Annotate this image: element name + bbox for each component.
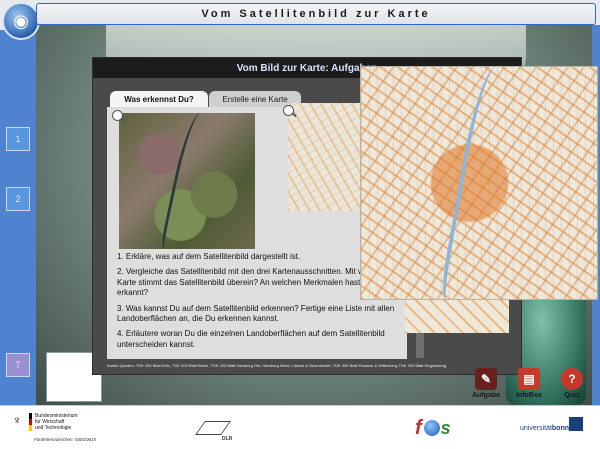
fis-logo: f s (415, 415, 467, 441)
bonn-suffix: bonn (551, 425, 570, 432)
sidebar-button-2[interactable]: 2 (6, 187, 30, 211)
book-icon: ▤ (518, 368, 540, 390)
dlr-label: DLR (222, 436, 233, 442)
panel-title: Vom Bild zur Karte: Aufgaben (236, 62, 378, 74)
app-logo[interactable]: ◉ (2, 2, 40, 40)
map-excerpt-strip[interactable] (405, 300, 509, 333)
app-title: Vom Satellitenbild zur Karte (201, 8, 431, 20)
map-source-text: Karten Quellen: TÜK 200 Blatt Köln, TÜK … (107, 363, 447, 368)
aufgabe-button[interactable]: ✎ Aufgabe (470, 368, 502, 404)
sidebar-button-1[interactable]: 1 (6, 127, 30, 151)
map-river (438, 67, 520, 301)
dlr-logo-icon (195, 421, 231, 435)
funding-code: Förderkennzeichen: 50EE0615 (34, 437, 97, 442)
left-sidebar: 1 2 T (0, 30, 36, 405)
uni-bonn-logo: universitätbonn (520, 425, 569, 432)
german-flag-icon (29, 413, 32, 431)
title-bar: Vom Satellitenbild zur Karte (36, 3, 596, 25)
bmwi-text: Bundesministerium für Wirtschaft und Tec… (35, 413, 105, 431)
zoom-satellite-icon[interactable] (112, 110, 123, 121)
app-frame: 1 2 T ◉ Vom Satellitenbild zur Karte Vom… (0, 0, 600, 449)
tab-was-erkennst-du[interactable]: Was erkennst Du? (110, 91, 208, 107)
satellite-image[interactable] (119, 113, 255, 249)
eagle-icon: ♆ (12, 413, 22, 427)
quiz-label: Quiz (564, 392, 580, 399)
footer: ♆ Bundesministerium für Wirtschaft und T… (0, 405, 600, 449)
zoom-map-icon[interactable] (283, 105, 294, 116)
aufgabe-label: Aufgabe (472, 392, 500, 399)
satellite-river (159, 113, 213, 249)
fis-letter-s: s (440, 417, 451, 438)
bmwi-line-3: und Technologie (35, 425, 72, 431)
globe-icon (423, 420, 440, 436)
task-icon: ✎ (475, 368, 497, 390)
question-icon: ? (561, 368, 583, 390)
bonn-emblem-icon (569, 417, 583, 431)
infobox-button[interactable]: ▤ InfoBox (514, 368, 544, 404)
quiz-button[interactable]: ? Quiz (558, 368, 586, 404)
globe-icon: ◉ (13, 10, 29, 31)
bonn-prefix: universität (520, 425, 552, 432)
infobox-label: InfoBox (515, 392, 543, 399)
map-excerpt-small[interactable] (288, 103, 364, 211)
task-item-4: 4. Erläutere woran Du die einzelnen Land… (117, 329, 385, 349)
map-excerpt-large[interactable] (360, 66, 598, 301)
task-item-3: 3. Was kannst Du auf dem Satellitenbild … (117, 303, 395, 323)
fis-letter-f: f (415, 416, 422, 439)
sidebar-button-t[interactable]: T (6, 353, 30, 377)
bmwi-logo: ♆ Bundesministerium für Wirtschaft und T… (8, 413, 105, 431)
